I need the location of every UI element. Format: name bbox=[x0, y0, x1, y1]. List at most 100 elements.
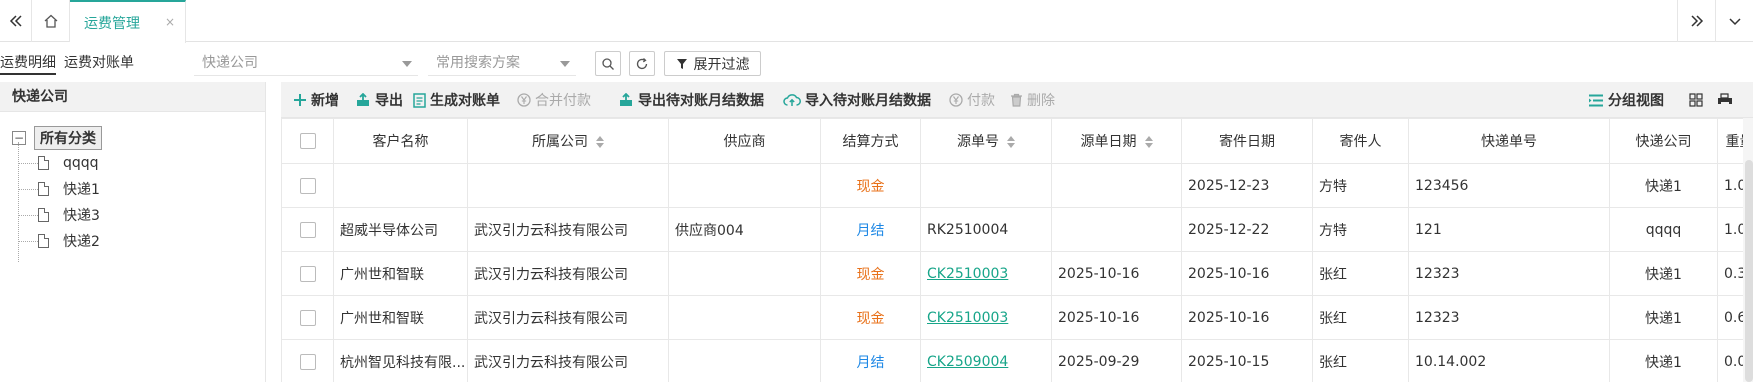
tree-panel-title: 快递公司 bbox=[0, 82, 265, 112]
tree-root-node[interactable]: − 所有分类 bbox=[12, 126, 102, 150]
cell-send-date: 2025-12-22 bbox=[1181, 207, 1313, 252]
vertical-scrollbar-thumb[interactable] bbox=[1745, 160, 1753, 382]
subtab-freight-detail[interactable]: 运费明细 bbox=[0, 51, 56, 75]
delete-button[interactable]: 删除 bbox=[1010, 82, 1055, 118]
select-all-checkbox[interactable] bbox=[299, 133, 316, 149]
table-row[interactable]: 广州世和智联 武汉引力云科技有限公司 现金 CK2510003 2025-10-… bbox=[281, 295, 1753, 340]
printer-icon[interactable] bbox=[1717, 82, 1733, 118]
refresh-button[interactable] bbox=[629, 51, 655, 76]
expand-filter-button[interactable]: 展开过滤 bbox=[664, 51, 761, 76]
home-icon[interactable] bbox=[32, 0, 70, 42]
row-select-cell[interactable] bbox=[281, 295, 334, 340]
export-monthly-button[interactable]: 导出待对账月结数据 bbox=[618, 82, 764, 118]
col-courier-company[interactable]: 快递公司 bbox=[1609, 118, 1718, 164]
sort-icon[interactable] bbox=[1007, 136, 1015, 148]
table-row[interactable]: 杭州智见科技有限... 武汉引力云科技有限公司 月结 CK2509004 202… bbox=[281, 339, 1753, 382]
table-row[interactable]: 现金 2025-12-23 方特 123456 快递1 1.00 bbox=[281, 163, 1753, 208]
col-send-date[interactable]: 寄件日期 bbox=[1181, 118, 1313, 164]
table-header-row: 客户名称 所属公司 供应商 结算方式 源单号 源单日期 寄件日期 寄件人 快递单… bbox=[281, 118, 1753, 164]
grid-view-icon[interactable] bbox=[1689, 82, 1703, 118]
source-no-link[interactable]: CK2509004 bbox=[927, 354, 1008, 370]
table-row[interactable]: 超威半导体公司 武汉引力云科技有限公司 供应商004 月结 RK2510004 … bbox=[281, 207, 1753, 252]
search-button[interactable] bbox=[595, 51, 621, 76]
top-tab-bar: 运费管理 × bbox=[0, 0, 1753, 43]
row-checkbox[interactable] bbox=[299, 221, 316, 238]
cell-supplier bbox=[668, 251, 821, 296]
cell-customer bbox=[333, 163, 468, 208]
tab-menu-chevron-down-icon[interactable] bbox=[1715, 0, 1753, 42]
import-monthly-button[interactable]: 导入待对账月结数据 bbox=[783, 82, 931, 118]
add-label: 新增 bbox=[311, 93, 339, 109]
tree-item-courier1[interactable]: 快递1 bbox=[18, 178, 100, 200]
tab-freight-management[interactable]: 运费管理 × bbox=[70, 0, 186, 43]
row-checkbox[interactable] bbox=[299, 353, 316, 370]
merge-pay-button[interactable]: 合并付款 bbox=[517, 82, 591, 118]
select-all-cell[interactable] bbox=[281, 118, 334, 164]
cell-company: 武汉引力云科技有限公司 bbox=[467, 339, 669, 382]
search-icon bbox=[602, 57, 614, 70]
tree-item-courier3[interactable]: 快递3 bbox=[18, 204, 100, 226]
col-sender[interactable]: 寄件人 bbox=[1312, 118, 1409, 164]
sort-icon[interactable] bbox=[596, 136, 604, 148]
cell-tracking-no: 10.14.002 bbox=[1408, 339, 1610, 382]
tree-item-courier2[interactable]: 快递2 bbox=[18, 230, 100, 252]
subtab-freight-statement[interactable]: 运费对账单 bbox=[64, 51, 134, 75]
sort-icon[interactable] bbox=[1144, 136, 1153, 148]
cell-tracking-no: 12323 bbox=[1408, 295, 1610, 340]
col-tracking-no[interactable]: 快递单号 bbox=[1408, 118, 1610, 164]
tab-close-icon[interactable]: × bbox=[165, 15, 175, 29]
tree-root-label[interactable]: 所有分类 bbox=[34, 126, 102, 150]
pay-button[interactable]: 付款 bbox=[949, 82, 995, 118]
group-view-label: 分组视图 bbox=[1608, 93, 1664, 109]
export-button[interactable]: 导出 bbox=[355, 82, 403, 118]
group-view-button[interactable]: 分组视图 bbox=[1588, 82, 1664, 118]
cell-courier-company: 快递1 bbox=[1609, 339, 1718, 382]
row-select-cell[interactable] bbox=[281, 251, 334, 296]
cell-send-date: 2025-10-15 bbox=[1181, 339, 1313, 382]
tree-item-label: 快递3 bbox=[63, 208, 100, 224]
caret-down-icon bbox=[560, 61, 570, 67]
tree-item-qqqq[interactable]: qqqq bbox=[18, 152, 99, 174]
col-supplier[interactable]: 供应商 bbox=[668, 118, 821, 164]
scroll-tabs-right-icon[interactable] bbox=[1677, 0, 1715, 42]
courier-company-select[interactable]: 快递公司 bbox=[194, 50, 418, 76]
tree-item-label: 快递2 bbox=[63, 234, 100, 250]
export-icon bbox=[355, 93, 371, 107]
table-row[interactable]: 广州世和智联 武汉引力云科技有限公司 现金 CK2510003 2025-10-… bbox=[281, 251, 1753, 296]
col-source-date-label: 源单日期 bbox=[1080, 134, 1137, 150]
cell-source-no: CK2509004 bbox=[920, 339, 1052, 382]
cell-tracking-no: 12323 bbox=[1408, 251, 1610, 296]
search-scheme-placeholder: 常用搜索方案 bbox=[436, 55, 520, 71]
tab-label: 运费管理 bbox=[84, 15, 140, 32]
col-settle-method[interactable]: 结算方式 bbox=[820, 118, 921, 164]
col-company-label: 所属公司 bbox=[532, 134, 588, 150]
cell-courier-company: 快递1 bbox=[1609, 251, 1718, 296]
cell-source-no bbox=[920, 163, 1052, 208]
col-company[interactable]: 所属公司 bbox=[467, 118, 669, 164]
col-source-no[interactable]: 源单号 bbox=[920, 118, 1052, 164]
generate-statement-button[interactable]: 生成对账单 bbox=[413, 82, 500, 118]
col-customer[interactable]: 客户名称 bbox=[333, 118, 468, 164]
statement-icon bbox=[413, 92, 426, 108]
row-checkbox[interactable] bbox=[299, 265, 316, 282]
row-select-cell[interactable] bbox=[281, 163, 334, 208]
cell-source-date: 2025-10-16 bbox=[1051, 295, 1182, 340]
scroll-tabs-left-icon[interactable] bbox=[0, 0, 32, 42]
filter-icon bbox=[676, 58, 687, 69]
source-no-link[interactable]: CK2510003 bbox=[927, 266, 1008, 282]
import-monthly-label: 导入待对账月结数据 bbox=[805, 93, 931, 109]
row-select-cell[interactable] bbox=[281, 339, 334, 382]
group-view-icon bbox=[1588, 94, 1604, 107]
row-checkbox[interactable] bbox=[299, 177, 316, 194]
search-scheme-select[interactable]: 常用搜索方案 bbox=[428, 50, 576, 76]
filter-row: 运费明细 运费对账单 快递公司 常用搜索方案 展开过滤 bbox=[0, 42, 1753, 82]
row-checkbox[interactable] bbox=[299, 309, 316, 326]
add-button[interactable]: 新增 bbox=[293, 82, 339, 118]
row-select-cell[interactable] bbox=[281, 207, 334, 252]
col-source-date[interactable]: 源单日期 bbox=[1051, 118, 1182, 164]
generate-statement-label: 生成对账单 bbox=[430, 93, 500, 109]
col-source-no-label: 源单号 bbox=[957, 134, 999, 150]
collapse-icon[interactable]: − bbox=[12, 131, 26, 145]
source-no-link[interactable]: CK2510003 bbox=[927, 310, 1008, 326]
cell-customer: 广州世和智联 bbox=[333, 295, 468, 340]
